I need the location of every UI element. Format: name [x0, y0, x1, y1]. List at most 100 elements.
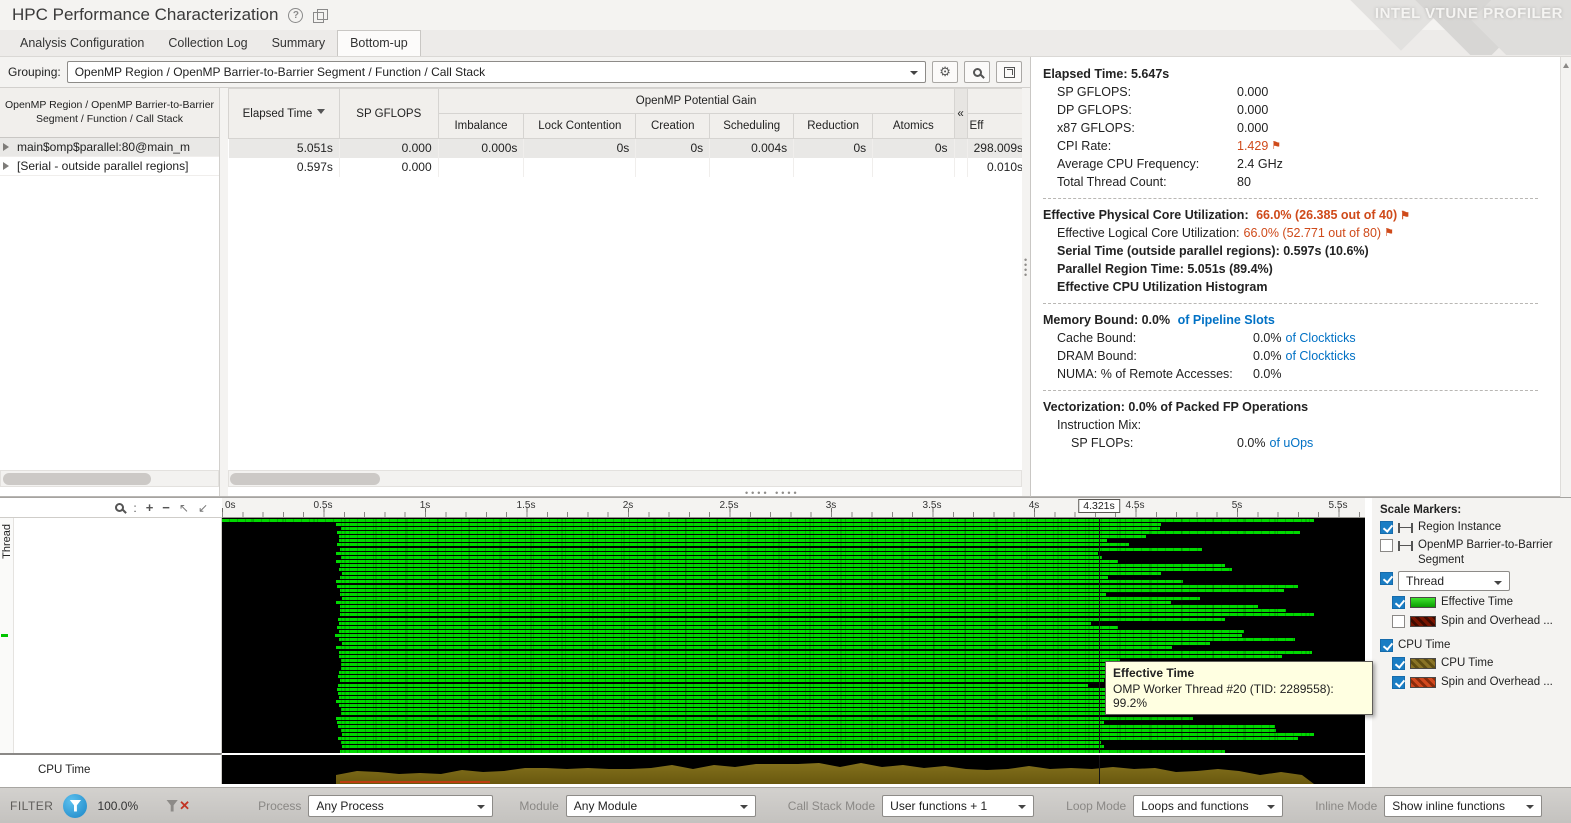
cell-elapsed[interactable]: 0.597s: [229, 158, 340, 177]
cell-creation[interactable]: [636, 158, 710, 177]
cell-scheduling[interactable]: [710, 158, 794, 177]
col-header-scheduling[interactable]: Scheduling: [710, 114, 794, 139]
cell-imbalance[interactable]: [438, 158, 524, 177]
info-button[interactable]: [1541, 245, 1554, 258]
col-header-elapsed-time[interactable]: Elapsed Time: [229, 89, 340, 139]
zoom-out-button[interactable]: −: [162, 501, 170, 514]
cell-lock-contention[interactable]: 0s: [524, 139, 636, 158]
col-header-reduction[interactable]: Reduction: [794, 114, 873, 139]
name-column-hscrollbar[interactable]: [0, 470, 219, 487]
grouping-select[interactable]: OpenMP Region / OpenMP Barrier-to-Barrie…: [67, 61, 926, 83]
barrier-segment-checkbox[interactable]: [1380, 539, 1393, 552]
tab-summary[interactable]: Summary: [260, 31, 337, 56]
cell-sp-gflops[interactable]: 0.000: [339, 139, 438, 158]
info-button[interactable]: [1541, 281, 1554, 294]
expand-icon[interactable]: [3, 143, 13, 151]
region-instance-marker-icon: [1398, 523, 1413, 533]
zoom-selection-button[interactable]: ↖: [179, 501, 189, 515]
call-stack-mode-select[interactable]: User functions + 1: [882, 795, 1034, 817]
cell-atomics[interactable]: [873, 158, 954, 177]
collapse-section-button[interactable]: [1541, 314, 1554, 327]
col-header-sp-gflops[interactable]: SP GFLOPS: [339, 89, 438, 139]
cell-imbalance[interactable]: 0.000s: [438, 139, 524, 158]
customize-grouping-button[interactable]: ⚙: [932, 61, 958, 83]
pipeline-slots-link[interactable]: of Pipeline Slots: [1178, 313, 1275, 327]
copy-icon[interactable]: [313, 9, 326, 22]
timeline-ruler[interactable]: 0s 0.5s 1s 1.5s 2s 2.5s 3s 3.5s 4s 4.5s …: [222, 498, 1365, 518]
collapse-section-button[interactable]: [1541, 68, 1554, 81]
col-header-effective-time[interactable]: Eff: [967, 114, 1029, 139]
legend-label: OpenMP Barrier-to-Barrier Segment: [1418, 538, 1558, 567]
zoom-in-button[interactable]: +: [146, 501, 154, 514]
inline-mode-select[interactable]: Show inline functions: [1384, 795, 1542, 817]
cell-reduction[interactable]: [794, 158, 873, 177]
module-select[interactable]: Any Module: [566, 795, 756, 817]
clockticks-link[interactable]: of Clockticks: [1286, 331, 1356, 345]
column-splitter[interactable]: [220, 88, 228, 496]
grid-row-name[interactable]: main$omp$parallel:80@main_m: [0, 138, 219, 157]
grid-hscrollbar[interactable]: [228, 470, 1022, 487]
col-group-openmp-potential-gain[interactable]: OpenMP Potential Gain: [438, 89, 954, 114]
cell-scheduling[interactable]: 0.004s: [710, 139, 794, 158]
legend-row-spin-overhead-thread: Spin and Overhead ...: [1380, 614, 1565, 628]
memory-value: 0.0%: [1253, 331, 1282, 345]
thread-checkbox[interactable]: [1380, 572, 1393, 585]
collapse-section-button[interactable]: [1541, 209, 1554, 222]
thread-select[interactable]: Thread: [1398, 571, 1510, 591]
grid-data-row[interactable]: 0.597s 0.000 0.010s: [229, 158, 1030, 177]
search-button[interactable]: [964, 61, 990, 83]
spin-overhead-cpu-checkbox[interactable]: [1392, 676, 1405, 689]
clockticks-link[interactable]: of Clockticks: [1286, 349, 1356, 363]
thread-timeline-chart[interactable]: [222, 518, 1365, 753]
cell-effective-time[interactable]: 0.010s: [967, 158, 1029, 177]
time-marker-line[interactable]: [1099, 755, 1100, 784]
export-button[interactable]: [996, 61, 1022, 83]
grid-row-name[interactable]: [Serial - outside parallel regions]: [0, 157, 219, 176]
scroll-up-arrow[interactable]: [1563, 60, 1569, 68]
summary-vscrollbar[interactable]: [1560, 57, 1571, 497]
grid-data-row[interactable]: 5.051s 0.000 0.000s 0s 0s 0.004s 0s 0s 2…: [229, 139, 1030, 158]
physical-core-utilization-title: Effective Physical Core Utilization: 66.…: [1043, 208, 1538, 222]
col-header-imbalance[interactable]: Imbalance: [438, 114, 524, 139]
loop-mode-select[interactable]: Loops and functions: [1133, 795, 1283, 817]
cell-sp-gflops[interactable]: 0.000: [339, 158, 438, 177]
cpu-time-group-checkbox[interactable]: [1380, 639, 1393, 652]
cell-lock-contention[interactable]: [524, 158, 636, 177]
spin-overhead-checkbox[interactable]: [1392, 615, 1405, 628]
cell-atomics[interactable]: 0s: [873, 139, 954, 158]
cell-elapsed[interactable]: 5.051s: [229, 139, 340, 158]
collapse-section-button[interactable]: [1541, 401, 1554, 414]
col-header-creation[interactable]: Creation: [636, 114, 710, 139]
zoom-fit-button[interactable]: ↙: [198, 501, 208, 515]
cpu-time-checkbox[interactable]: [1392, 657, 1405, 670]
collapse-group-button[interactable]: «: [954, 89, 967, 139]
tab-analysis-configuration[interactable]: Analysis Configuration: [8, 31, 156, 56]
region-instance-checkbox[interactable]: [1380, 521, 1393, 534]
scrollbar-thumb[interactable]: [230, 473, 380, 485]
clear-filter-button[interactable]: ✕: [166, 799, 190, 812]
cell-reduction[interactable]: 0s: [794, 139, 873, 158]
time-marker-line[interactable]: [1099, 518, 1100, 753]
cell-effective-time[interactable]: 298.009s: [967, 139, 1029, 158]
cpu-time-area: [222, 755, 1365, 784]
info-button[interactable]: [1541, 263, 1554, 276]
horizontal-splitter-handle[interactable]: •••• ••••: [745, 488, 800, 498]
uops-link[interactable]: of uOps: [1270, 436, 1314, 450]
filter-funnel-button[interactable]: [63, 794, 87, 818]
cpu-time-chart[interactable]: [222, 755, 1365, 784]
tab-collection-log[interactable]: Collection Log: [156, 31, 259, 56]
process-select[interactable]: Any Process: [308, 795, 493, 817]
help-icon[interactable]: ?: [288, 8, 303, 23]
col-header-effective-group[interactable]: [967, 89, 1029, 114]
vertical-splitter-handle[interactable]: ••••: [1024, 258, 1030, 278]
tab-bottom-up[interactable]: Bottom-up: [337, 30, 421, 56]
col-header-lock-contention[interactable]: Lock Contention: [524, 114, 636, 139]
effective-time-checkbox[interactable]: [1392, 596, 1405, 609]
cell-creation[interactable]: 0s: [636, 139, 710, 158]
time-marker-label[interactable]: 4.321s: [1078, 499, 1120, 513]
scrollbar-thumb[interactable]: [3, 473, 151, 485]
col-header-atomics[interactable]: Atomics: [873, 114, 954, 139]
grid-vscrollbar[interactable]: [1022, 88, 1030, 496]
grid-name-column-header[interactable]: OpenMP Region / OpenMP Barrier-to-Barrie…: [0, 88, 219, 138]
expand-icon[interactable]: [3, 162, 13, 170]
